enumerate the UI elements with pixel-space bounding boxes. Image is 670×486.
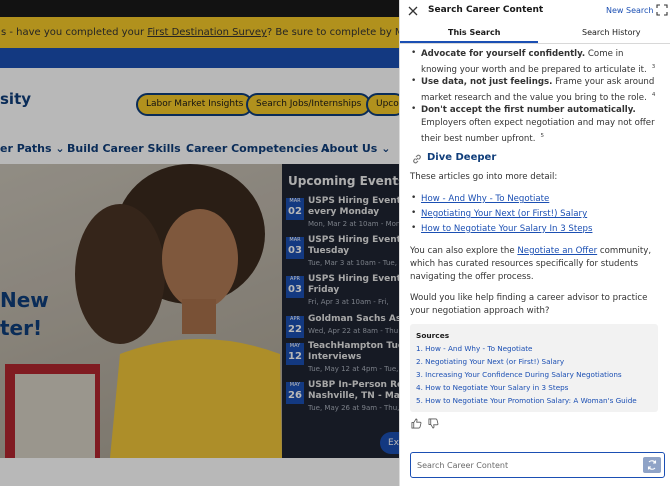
bullet-bold: Advocate for yourself confidently. (421, 49, 586, 59)
article-item: How to Negotiate Your Salary In 3 Steps (421, 223, 659, 236)
active-tab-indicator (400, 41, 538, 43)
bullet-bold: Don't accept the first number automatica… (421, 105, 636, 115)
panel-title: Search Career Content (428, 5, 544, 15)
source-link[interactable]: How - And Why - To Negotiate (425, 344, 532, 353)
source-link[interactable]: Increasing Your Confidence During Salary… (425, 370, 622, 379)
citation-ref[interactable]: 4 (652, 92, 656, 98)
panel-header: Search Career Content New Search (400, 0, 670, 24)
article-item: Negotiating Your Next (or First!) Salary (421, 208, 659, 221)
bullet-bold: Use data, not just feelings. (421, 77, 553, 87)
sources-title: Sources (416, 331, 450, 340)
search-career-content-panel: Search Career Content New Search This Se… (399, 0, 670, 486)
bullet-marker: • (411, 208, 417, 218)
source-item[interactable]: 5. How to Negotiate Your Promotion Salar… (416, 396, 637, 405)
close-icon[interactable] (406, 4, 420, 18)
sources-box: Sources 1. How - And Why - To Negotiate … (410, 324, 658, 412)
advice-bullet: Don't accept the first number automatica… (421, 104, 659, 146)
explore-prefix: You can also explore the (410, 246, 518, 256)
follow-up-question: Would you like help finding a career adv… (410, 293, 648, 316)
refresh-icon (647, 460, 657, 470)
bullet-marker: • (411, 223, 417, 233)
advice-bullet: Use data, not just feelings. Frame your … (421, 76, 659, 105)
source-item[interactable]: 1. How - And Why - To Negotiate (416, 344, 532, 353)
source-link[interactable]: How to Negotiate Your Salary in 3 Steps (425, 383, 568, 392)
bullet-marker: • (411, 104, 417, 114)
tab-search-history[interactable]: Search History (582, 28, 641, 37)
new-search-button[interactable]: New Search (606, 6, 653, 15)
answer-content: • Advocate for yourself confidently. Com… (400, 45, 670, 445)
article-item: How - And Why - To Negotiate (421, 193, 659, 206)
source-item[interactable]: 4. How to Negotiate Your Salary in 3 Ste… (416, 383, 568, 392)
bullet-text: Employers often expect negotiation and m… (421, 118, 655, 144)
bullet-marker: • (411, 76, 417, 86)
bullet-marker: • (411, 193, 417, 203)
bullet-marker: • (411, 48, 417, 58)
source-item[interactable]: 3. Increasing Your Confidence During Sal… (416, 370, 622, 379)
tab-this-search[interactable]: This Search (448, 28, 500, 37)
search-input-box (410, 452, 665, 478)
expand-icon[interactable] (656, 4, 668, 16)
source-item[interactable]: 2. Negotiating Your Next (or First!) Sal… (416, 357, 564, 366)
article-link[interactable]: How - And Why - To Negotiate (421, 194, 549, 204)
negotiate-an-offer-link[interactable]: Negotiate an Offer (517, 246, 597, 256)
citation-ref[interactable]: 5 (540, 133, 544, 139)
dive-deeper-heading: Dive Deeper (427, 152, 497, 163)
panel-tabs: This Search Search History (400, 24, 670, 44)
thumbs-down-icon[interactable] (428, 418, 439, 429)
explore-community-text: You can also explore the Negotiate an Of… (410, 245, 660, 284)
link-icon (413, 154, 421, 164)
article-link[interactable]: Negotiating Your Next (or First!) Salary (421, 209, 587, 219)
articles-intro: These articles go into more detail: (410, 172, 558, 182)
source-link[interactable]: How to Negotiate Your Promotion Salary: … (425, 396, 637, 405)
advice-bullet: Advocate for yourself confidently. Come … (421, 48, 659, 77)
source-link[interactable]: Negotiating Your Next (or First!) Salary (425, 357, 564, 366)
article-link[interactable]: How to Negotiate Your Salary In 3 Steps (421, 224, 592, 234)
citation-ref[interactable]: 3 (652, 64, 656, 70)
send-button[interactable] (643, 457, 661, 473)
thumbs-up-icon[interactable] (411, 418, 422, 429)
search-career-content-input[interactable] (417, 458, 637, 472)
